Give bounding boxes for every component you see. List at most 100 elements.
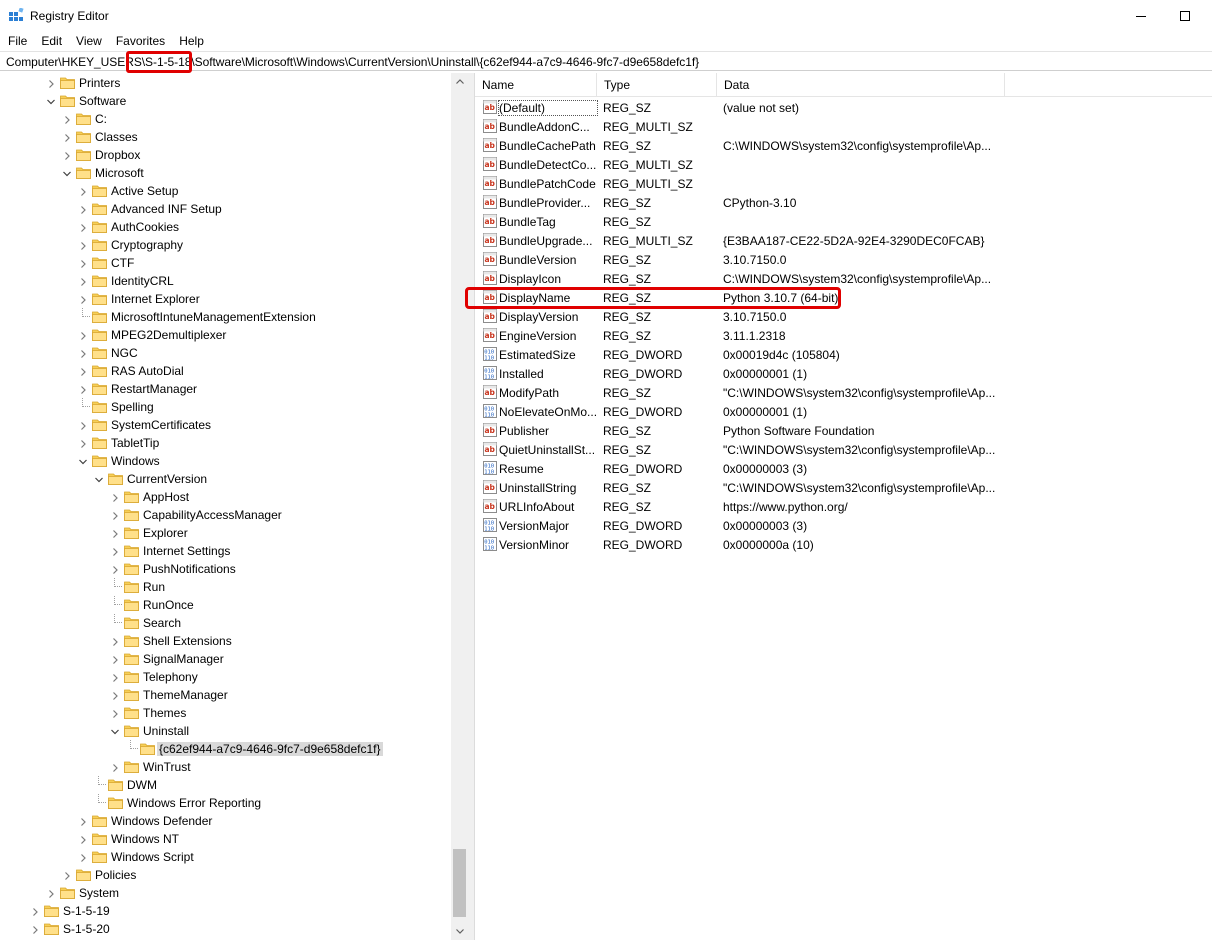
- chevron-right-icon[interactable]: [110, 672, 120, 682]
- tree-item[interactable]: Telephony: [0, 668, 450, 686]
- tree-item[interactable]: Policies: [0, 866, 450, 884]
- chevron-right-icon[interactable]: [78, 240, 88, 250]
- tree-item[interactable]: SystemCertificates: [0, 416, 450, 434]
- chevron-down-icon[interactable]: [62, 168, 72, 178]
- tree-item[interactable]: Run: [0, 578, 450, 596]
- tree-item[interactable]: PushNotifications: [0, 560, 450, 578]
- tree-item[interactable]: Themes: [0, 704, 450, 722]
- tree-item[interactable]: System: [0, 884, 450, 902]
- table-row[interactable]: ab BundleUpgrade... REG_MULTI_SZ {E3BAA187-…: [475, 231, 1212, 250]
- chevron-right-icon[interactable]: [110, 708, 120, 718]
- table-row[interactable]: ab QuietUninstallSt... REG_SZ "C:\WINDOWS\s…: [475, 440, 1212, 459]
- tree-item[interactable]: Explorer: [0, 524, 450, 542]
- chevron-right-icon[interactable]: [78, 258, 88, 268]
- chevron-right-icon[interactable]: [78, 204, 88, 214]
- chevron-right-icon[interactable]: [46, 888, 56, 898]
- table-row[interactable]: ab DisplayVersion REG_SZ 3.10.7150.0: [475, 307, 1212, 326]
- chevron-right-icon[interactable]: [110, 492, 120, 502]
- chevron-right-icon[interactable]: [78, 852, 88, 862]
- tree-item[interactable]: Windows: [0, 452, 450, 470]
- chevron-right-icon[interactable]: [78, 276, 88, 286]
- tree-item[interactable]: Uninstall: [0, 722, 450, 740]
- tree-item[interactable]: DWM: [0, 776, 450, 794]
- tree-item[interactable]: MPEG2Demultiplexer: [0, 326, 450, 344]
- tree-item[interactable]: CapabilityAccessManager: [0, 506, 450, 524]
- scroll-thumb[interactable]: [453, 849, 466, 917]
- tree-item[interactable]: C:: [0, 110, 450, 128]
- key-tree[interactable]: Printers Software C: Classes Dropbox Microsof…: [0, 73, 468, 940]
- tree-item[interactable]: Active Setup: [0, 182, 450, 200]
- chevron-down-icon[interactable]: [94, 474, 104, 484]
- tree-item[interactable]: Advanced INF Setup: [0, 200, 450, 218]
- chevron-down-icon[interactable]: [78, 456, 88, 466]
- table-row[interactable]: ab BundleTag REG_SZ: [475, 212, 1212, 231]
- table-row[interactable]: 010 110 NoElevateOnMo... REG_DWORD 0x0000000…: [475, 402, 1212, 421]
- table-row[interactable]: ab BundleDetectCo... REG_MULTI_SZ: [475, 155, 1212, 174]
- chevron-right-icon[interactable]: [110, 546, 120, 556]
- chevron-right-icon[interactable]: [78, 420, 88, 430]
- chevron-right-icon[interactable]: [110, 654, 120, 664]
- chevron-right-icon[interactable]: [78, 816, 88, 826]
- tree-item[interactable]: AuthCookies: [0, 218, 450, 236]
- tree-item[interactable]: Internet Explorer: [0, 290, 450, 308]
- table-row[interactable]: 010 110 EstimatedSize REG_DWORD 0x00019d4c (…: [475, 345, 1212, 364]
- table-row[interactable]: 010 110 VersionMinor REG_DWORD 0x0000000a (1…: [475, 535, 1212, 554]
- tree-item[interactable]: Spelling: [0, 398, 450, 416]
- address-path[interactable]: Computer\HKEY_USERS\S-1-5-18\Software\Mi…: [6, 55, 699, 69]
- column-type-header[interactable]: Type: [597, 73, 717, 97]
- chevron-right-icon[interactable]: [78, 834, 88, 844]
- chevron-right-icon[interactable]: [62, 132, 72, 142]
- chevron-right-icon[interactable]: [62, 150, 72, 160]
- chevron-right-icon[interactable]: [110, 636, 120, 646]
- tree-scrollbar[interactable]: [451, 73, 468, 940]
- table-row[interactable]: ab Publisher REG_SZ Python Software Foundat…: [475, 421, 1212, 440]
- table-row[interactable]: ab (Default) REG_SZ (value not set): [475, 98, 1212, 117]
- table-row[interactable]: ab URLInfoAbout REG_SZ https://www.python.o…: [475, 497, 1212, 516]
- table-row[interactable]: ab EngineVersion REG_SZ 3.11.1.2318: [475, 326, 1212, 345]
- tree-item[interactable]: Windows Script: [0, 848, 450, 866]
- table-row[interactable]: 010 110 Resume REG_DWORD 0x00000003 (3): [475, 459, 1212, 478]
- chevron-right-icon[interactable]: [62, 114, 72, 124]
- tree-item[interactable]: Windows Error Reporting: [0, 794, 450, 812]
- table-row[interactable]: ab BundleProvider... REG_SZ CPython-3.10: [475, 193, 1212, 212]
- tree-item[interactable]: Windows Defender: [0, 812, 450, 830]
- table-row[interactable]: 010 110 Installed REG_DWORD 0x00000001 (1): [475, 364, 1212, 383]
- tree-item[interactable]: RunOnce: [0, 596, 450, 614]
- chevron-right-icon[interactable]: [78, 384, 88, 394]
- table-row[interactable]: ab BundleAddonC... REG_MULTI_SZ: [475, 117, 1212, 136]
- chevron-right-icon[interactable]: [62, 870, 72, 880]
- column-data-header[interactable]: Data: [717, 73, 1005, 97]
- tree-item[interactable]: NGC: [0, 344, 450, 362]
- column-name-header[interactable]: Name: [475, 73, 597, 97]
- tree-item[interactable]: S-1-5-19: [0, 902, 450, 920]
- tree-item[interactable]: RestartManager: [0, 380, 450, 398]
- chevron-down-icon[interactable]: [110, 726, 120, 736]
- chevron-right-icon[interactable]: [78, 222, 88, 232]
- tree-item[interactable]: WinTrust: [0, 758, 450, 776]
- minimize-button[interactable]: [1118, 0, 1164, 32]
- tree-item[interactable]: Printers: [0, 74, 450, 92]
- chevron-right-icon[interactable]: [78, 348, 88, 358]
- tree-item[interactable]: Shell Extensions: [0, 632, 450, 650]
- menu-favorites[interactable]: Favorites: [110, 32, 171, 50]
- table-row[interactable]: ab ModifyPath REG_SZ "C:\WINDOWS\system32\c…: [475, 383, 1212, 402]
- title-bar[interactable]: Registry Editor: [0, 0, 1212, 32]
- tree-item[interactable]: Dropbox: [0, 146, 450, 164]
- menu-view[interactable]: View: [70, 32, 108, 50]
- maximize-button[interactable]: [1162, 0, 1208, 32]
- scroll-down-button[interactable]: [451, 923, 468, 940]
- chevron-right-icon[interactable]: [30, 906, 40, 916]
- chevron-right-icon[interactable]: [30, 924, 40, 934]
- tree-item[interactable]: TabletTip: [0, 434, 450, 452]
- tree-item[interactable]: Search: [0, 614, 450, 632]
- chevron-right-icon[interactable]: [110, 528, 120, 538]
- values-list[interactable]: Name Type Data ab (Default) REG_SZ (value n…: [474, 73, 1212, 940]
- tree-item[interactable]: CTF: [0, 254, 450, 272]
- menu-edit[interactable]: Edit: [35, 32, 68, 50]
- chevron-down-icon[interactable]: [46, 96, 56, 106]
- chevron-right-icon[interactable]: [46, 78, 56, 88]
- tree-item[interactable]: MicrosoftIntuneManagementExtension: [0, 308, 450, 326]
- chevron-right-icon[interactable]: [110, 510, 120, 520]
- chevron-right-icon[interactable]: [78, 366, 88, 376]
- tree-item[interactable]: CurrentVersion: [0, 470, 450, 488]
